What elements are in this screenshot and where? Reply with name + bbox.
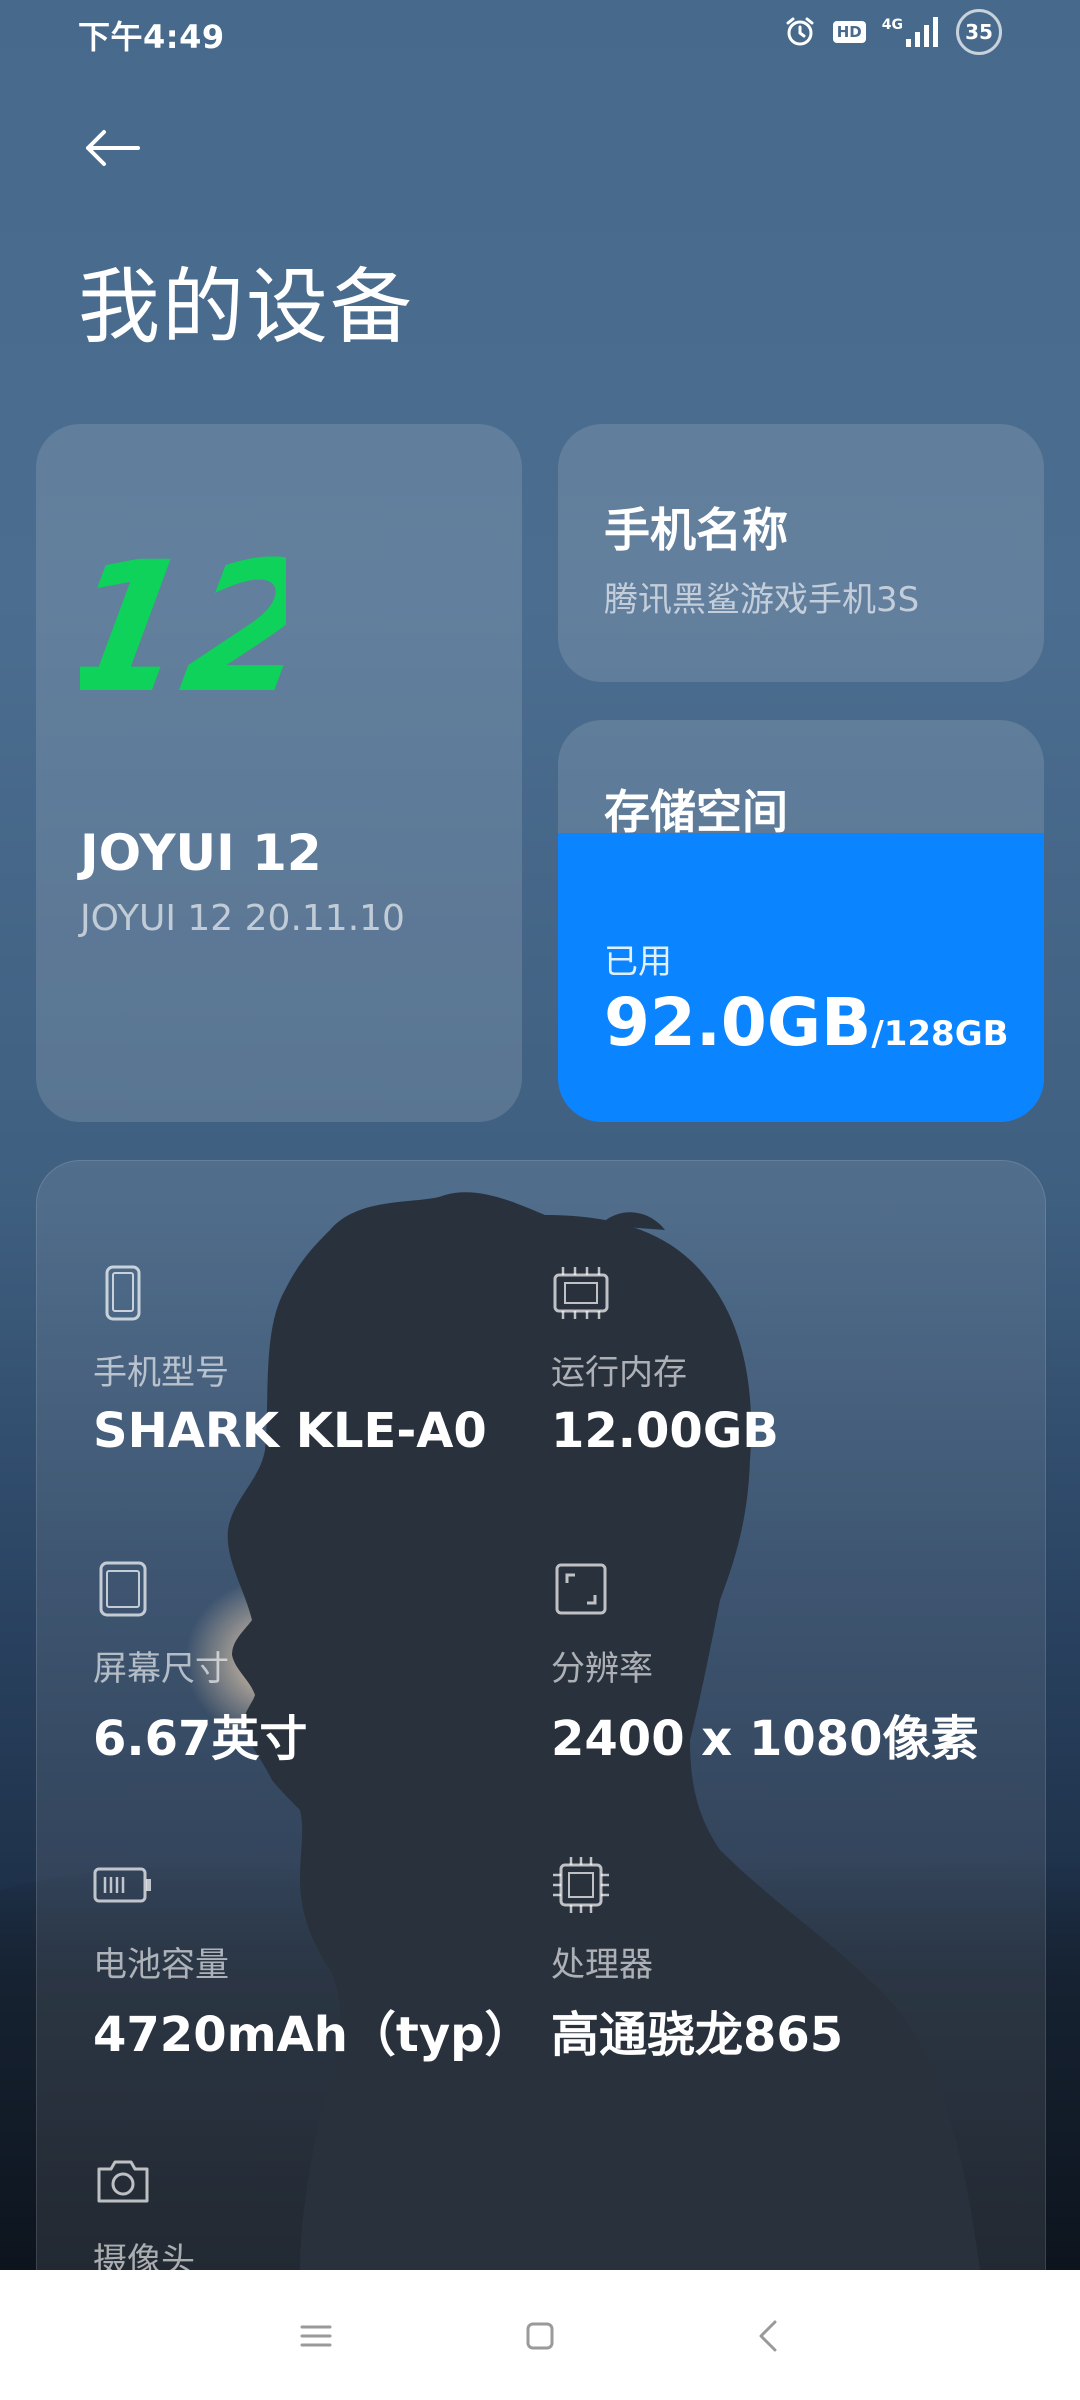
os-logo: 12 (45, 523, 332, 732)
spec-value: 2400 x 1080像素 (551, 1711, 979, 1767)
signal-icon: 4G (882, 17, 940, 47)
spec-value: 高通骁龙865 (551, 2007, 844, 2063)
recent-apps-button[interactable] (280, 2300, 352, 2372)
spec-value: 6.67英寸 (93, 1711, 308, 1767)
spec-label: 手机型号 (93, 1353, 229, 1393)
alarm-icon (783, 15, 817, 49)
os-version: JOYUI 12 20.11.10 (80, 898, 405, 939)
resolution-icon (555, 1563, 607, 1615)
storage-used-value: 92.0GB (604, 984, 872, 1061)
back-icon (759, 2320, 777, 2352)
device-specs-card: 手机型号 SHARK KLE-A0 运行内存 12.00GB 屏幕尺寸 6.67… (36, 1160, 1046, 2362)
page-title: 我的设备 (78, 260, 415, 355)
screen-icon (99, 1561, 147, 1617)
camera-icon (97, 2160, 149, 2203)
spec-value: 4720mAh（typ） (93, 2007, 533, 2063)
spec-label: 分辨率 (551, 1649, 653, 1689)
os-version-card[interactable]: 12 JOYUI 12 JOYUI 12 20.11.10 (36, 424, 522, 1122)
screen: 下午4:49 HD 4G 35 我的设备 12 JOYUI 12 JOYUI 1… (0, 0, 1080, 2400)
processor-icon (553, 1857, 609, 1913)
battery-icon (93, 1867, 151, 1903)
svg-text:12: 12 (80, 556, 286, 696)
hd-icon: HD (832, 21, 866, 43)
spec-value: SHARK KLE-A0 (93, 1403, 487, 1459)
network-label: 4G (881, 17, 903, 33)
battery-level-icon: 35 (956, 9, 1002, 55)
spec-label: 处理器 (551, 1945, 653, 1985)
home-button[interactable] (504, 2300, 576, 2372)
os-name: JOYUI 12 (80, 824, 322, 882)
nav-back-button[interactable] (732, 2300, 804, 2372)
spec-value: 12.00GB (551, 1403, 779, 1459)
menu-icon (300, 2325, 332, 2347)
phone-icon (105, 1265, 141, 1321)
storage-label: 存储空间 (604, 785, 788, 839)
back-button[interactable] (76, 112, 148, 184)
navigation-bar (0, 2270, 1080, 2400)
phone-name-card[interactable]: 手机名称 腾讯黑鲨游戏手机3S (558, 424, 1044, 682)
status-bar: 下午4:49 HD 4G 35 (0, 0, 1080, 64)
storage-used-label: 已用 (604, 942, 672, 982)
storage-value: 92.0GB/128GB (604, 984, 1009, 1061)
spec-label: 屏幕尺寸 (93, 1649, 229, 1689)
spec-label: 运行内存 (551, 1353, 687, 1393)
phone-name-label: 手机名称 (604, 503, 788, 557)
home-icon (526, 2322, 554, 2350)
storage-total-value: /128GB (871, 1014, 1009, 1054)
storage-card[interactable]: 存储空间 已用 92.0GB/128GB (558, 720, 1044, 1122)
spec-label: 电池容量 (93, 1945, 229, 1985)
status-icons: HD 4G 35 (783, 8, 1002, 56)
joyui-12-logo-icon: 12 (45, 523, 332, 732)
memory-chip-icon (553, 1267, 609, 1319)
back-arrow-icon (86, 130, 140, 166)
phone-name-value: 腾讯黑鲨游戏手机3S (604, 580, 920, 620)
status-time: 下午4:49 (78, 18, 225, 56)
